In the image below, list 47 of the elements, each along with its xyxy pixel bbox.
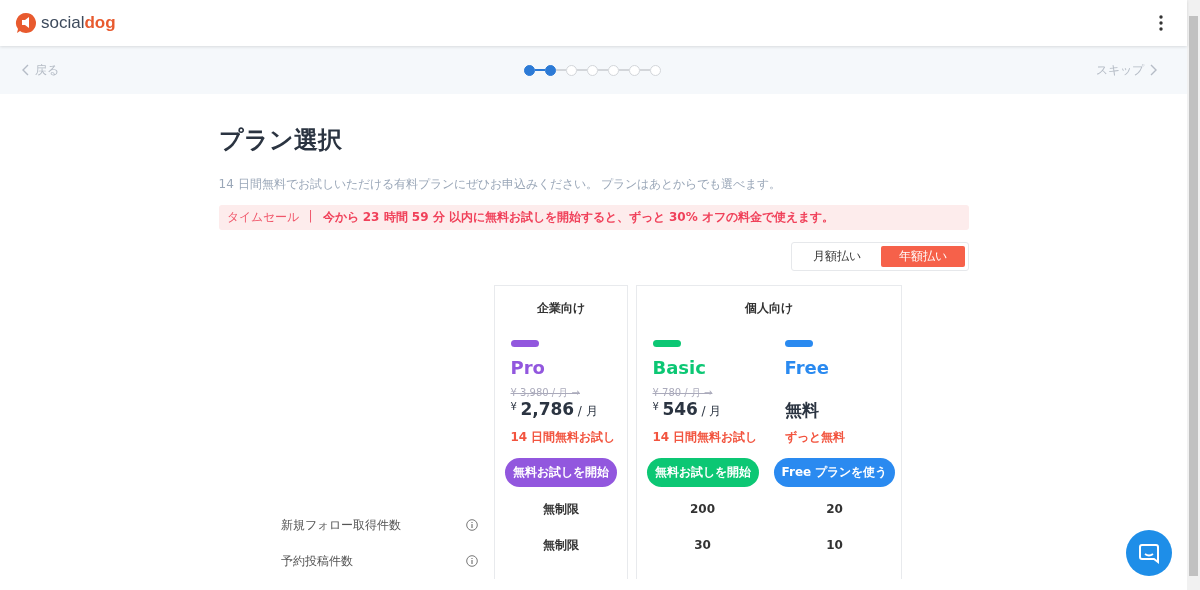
sale-message: 今から 23 時間 59 分 以内に無料お試しを開始すると、ずっと 30% オフの料金で使えます。 — [322, 209, 834, 226]
feature-value: 30 — [694, 537, 711, 554]
chevron-right-icon — [1150, 64, 1157, 76]
feature-value: 無制限 — [542, 536, 579, 554]
feature-value: 20 — [826, 501, 843, 518]
feature-label: 予約投稿件数 — [280, 552, 353, 570]
plan-name: Free — [784, 357, 830, 378]
logo-text[interactable]: socialdog — [41, 13, 116, 33]
step-connector — [598, 69, 608, 71]
info-icon[interactable] — [465, 519, 478, 531]
plan-button[interactable]: Free プランを使う — [773, 458, 896, 487]
step-connector — [556, 69, 566, 71]
plan-button[interactable]: 無料お試しを開始 — [646, 458, 759, 487]
info-icon[interactable] — [465, 555, 478, 567]
plan-name: Basic — [652, 357, 707, 378]
chat-bubble-icon — [1138, 542, 1160, 564]
more-menu-icon[interactable] — [1159, 15, 1163, 31]
trial-note: ずっと無料 — [784, 429, 846, 446]
plan-group-label: 企業向け — [535, 300, 586, 317]
plan-button[interactable]: 無料お試しを開始 — [504, 458, 617, 487]
page-title: プラン選択 — [218, 125, 343, 156]
feature-value: 200 — [689, 501, 716, 518]
chevron-left-icon — [22, 64, 29, 76]
plan-price: $^{¥}$ 2,786 / 月 — [510, 399, 599, 421]
chat-button[interactable] — [1126, 530, 1172, 576]
plan-name: Pro — [510, 357, 546, 378]
separator: | — [308, 209, 313, 225]
original-price: ¥ 3,980 / 月 → — [510, 386, 581, 399]
billing-option[interactable]: 年額払い — [880, 246, 965, 267]
plan-price: $^{¥}$ 546 / 月 — [652, 399, 723, 421]
plan-group-label: 個人向け — [743, 300, 794, 317]
sale-tag: タイムセール — [226, 209, 299, 226]
speech-bubble-logo-icon — [15, 12, 37, 34]
feature-value: 無制限 — [542, 500, 579, 518]
step-connector — [577, 69, 587, 71]
plan-price: 無料 — [784, 399, 820, 422]
trial-note: 14 日間無料お試し — [652, 429, 753, 446]
step-connector — [640, 69, 650, 71]
feature-label: 新規フォロー取得件数 — [280, 516, 401, 534]
scrollbar[interactable] — [1187, 0, 1200, 590]
trial-note: 14 日間無料お試し — [510, 429, 611, 446]
step-connector — [535, 69, 545, 71]
back-link[interactable]: 戻る — [22, 61, 59, 79]
step-connector — [619, 69, 629, 71]
original-price: ¥ 780 / 月 → — [652, 386, 714, 399]
intro-text: 14 日間無料でお試しいただける有料プランにぜひお申込みください。 プランはあとからでも選べます。 — [218, 176, 783, 193]
feature-value: 10 — [826, 537, 843, 554]
